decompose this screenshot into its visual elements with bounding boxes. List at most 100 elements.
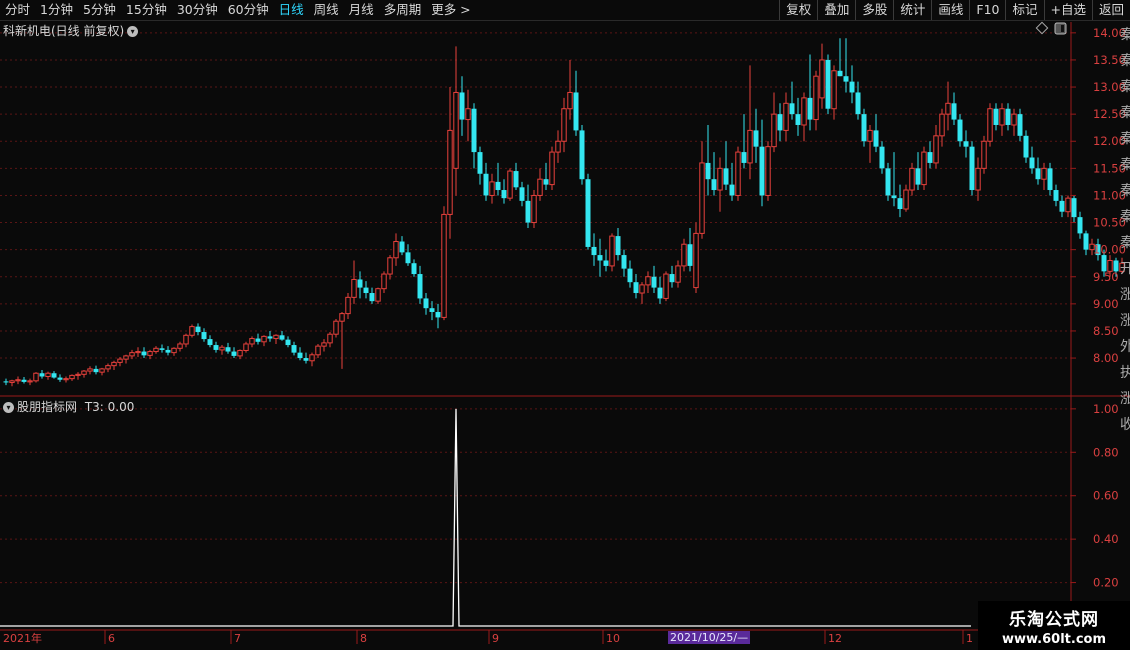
candle-body-127: [765, 146, 771, 196]
candle-body-24: [147, 351, 153, 356]
candle-body-18: [111, 361, 117, 367]
candle-body-158: [951, 103, 957, 120]
candle-body-163: [981, 140, 987, 169]
candle-body-104: [627, 268, 633, 283]
candle-body-59: [357, 279, 363, 288]
candle-body-89: [537, 178, 543, 196]
indicator-gridlines: [0, 408, 1071, 584]
candle-body-135: [813, 75, 819, 121]
candle-body-9: [57, 377, 63, 380]
candle-body-14: [87, 368, 93, 372]
candle-body-79: [477, 152, 483, 174]
tool-button-7[interactable]: +自选: [1043, 0, 1092, 20]
candle-body-109: [657, 287, 663, 299]
candle-body-36: [219, 346, 225, 351]
candle-body-83: [501, 190, 507, 199]
period-tab-7[interactable]: 周线: [309, 0, 344, 20]
candle-body-20: [123, 355, 129, 360]
candle-body-137: [825, 59, 831, 109]
chart-canvas[interactable]: 8.008.509.009.5010.0010.5011.0011.5012.0…: [0, 0, 1130, 650]
panel-diamond-icon[interactable]: [1035, 21, 1049, 35]
candle-body-134: [807, 97, 813, 120]
tool-button-0[interactable]: 复权: [779, 0, 817, 20]
candle-body-160: [963, 141, 969, 147]
candle-body-170: [1023, 135, 1029, 158]
candle-body-85: [513, 171, 519, 188]
candle-body-107: [645, 276, 651, 286]
tool-buttons: 复权 叠加 多股 统计 画线 F10 标记 +自选 返回: [779, 0, 1130, 20]
candle-body-58: [351, 278, 357, 298]
candle-body-71: [429, 308, 435, 312]
candle-body-33: [201, 332, 207, 340]
indicator-tick-label-1: 0.40: [1093, 532, 1119, 546]
candle-body-10: [63, 378, 69, 381]
candle-body-179: [1077, 217, 1083, 234]
year-label: 2021年: [3, 631, 42, 645]
candle-body-39: [237, 349, 243, 357]
month-label-5: 12: [828, 632, 842, 645]
tool-button-6[interactable]: 标记: [1005, 0, 1043, 20]
cursor-date-label: 2021/10/25/—: [668, 631, 751, 644]
month-label-2: 8: [360, 632, 367, 645]
candle-body-75: [453, 91, 459, 169]
candle-body-69: [417, 274, 423, 299]
candle-body-164: [987, 108, 993, 142]
period-tab-2[interactable]: 5分钟: [78, 0, 121, 20]
candle-body-73: [441, 213, 447, 318]
tool-button-4[interactable]: 画线: [931, 0, 969, 20]
candle-body-43: [261, 335, 267, 343]
period-tab-8[interactable]: 月线: [344, 0, 379, 20]
period-tab-1[interactable]: 1分钟: [35, 0, 78, 20]
candle-body-153: [921, 151, 927, 186]
title-dropdown-icon[interactable]: ▾: [127, 26, 139, 37]
candle-body-94: [567, 91, 573, 110]
period-tab-6[interactable]: 日线: [274, 0, 309, 20]
panel-maximize-icon[interactable]: [1054, 22, 1067, 35]
indicator-tick-label-0: 0.20: [1093, 576, 1119, 590]
period-tab-10[interactable]: 更多 >: [426, 0, 475, 20]
candle-body-86: [519, 187, 525, 201]
indicator-tick-label-4: 1.00: [1093, 402, 1119, 416]
candle-body-55: [333, 320, 339, 335]
period-tab-4[interactable]: 30分钟: [172, 0, 223, 20]
candle-body-22: [135, 351, 141, 354]
price-tick-label-3: 9.50: [1093, 270, 1119, 284]
candle-body-132: [795, 114, 801, 125]
month-label-3: 9: [492, 632, 499, 645]
period-tab-3[interactable]: 15分钟: [121, 0, 172, 20]
candle-body-6: [39, 373, 45, 377]
candle-body-57: [345, 296, 351, 315]
period-tab-0[interactable]: 分时: [0, 0, 35, 20]
candle-body-100: [603, 260, 609, 266]
candle-body-96: [579, 130, 585, 180]
candle-body-17: [105, 365, 111, 370]
tool-button-3[interactable]: 统计: [893, 0, 931, 20]
candle-body-148: [891, 195, 897, 199]
period-tab-9[interactable]: 多周期: [379, 0, 427, 20]
candle-body-21: [129, 352, 135, 357]
candle-body-171: [1029, 157, 1035, 169]
candle-body-113: [681, 243, 687, 267]
candle-body-88: [531, 194, 537, 224]
candle-body-180: [1083, 233, 1089, 250]
tool-button-1[interactable]: 叠加: [817, 0, 855, 20]
tool-button-5[interactable]: F10: [969, 0, 1005, 20]
candle-body-174: [1047, 168, 1053, 191]
tool-button-2[interactable]: 多股: [855, 0, 893, 20]
candle-body-23: [141, 351, 147, 356]
candle-body-60: [363, 287, 369, 294]
candle-body-25: [153, 347, 159, 353]
indicator-dropdown-icon[interactable]: ▾: [3, 402, 14, 413]
candle-body-28: [171, 347, 177, 354]
candle-body-26: [159, 348, 165, 350]
candle-body-1: [9, 380, 15, 383]
candle-body-103: [621, 255, 627, 269]
candle-body-70: [423, 298, 429, 309]
indicator-title[interactable]: 股朋指标网: [17, 400, 77, 414]
period-tab-5[interactable]: 60分钟: [223, 0, 274, 20]
price-tick-label-1: 8.50: [1093, 324, 1119, 338]
candle-body-177: [1065, 197, 1071, 213]
tool-button-8[interactable]: 返回: [1091, 0, 1130, 20]
candle-body-47: [285, 339, 291, 346]
candle-body-140: [843, 76, 849, 82]
